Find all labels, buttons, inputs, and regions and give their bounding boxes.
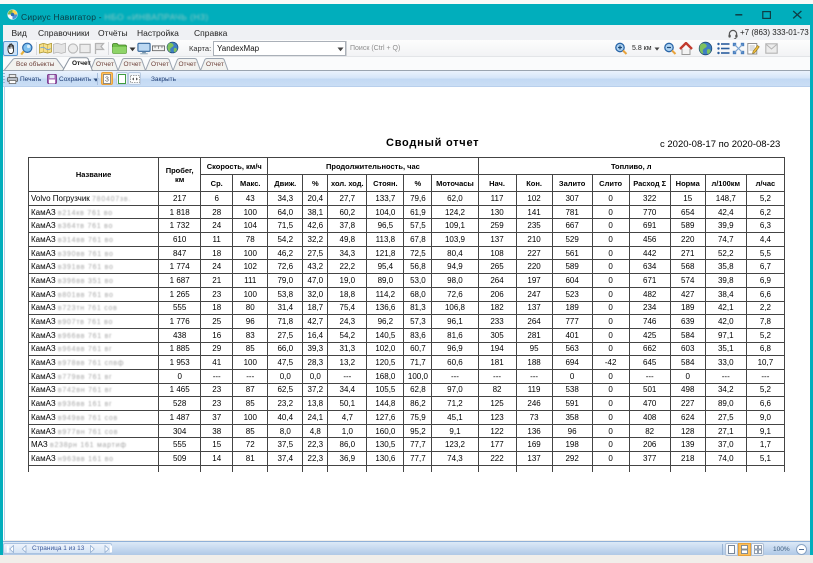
- svg-text:3: 3: [105, 77, 109, 84]
